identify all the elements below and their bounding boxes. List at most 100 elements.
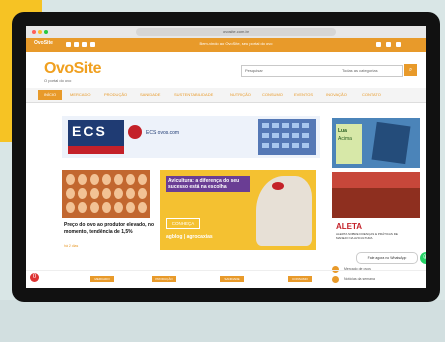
- linkedin-icon[interactable]: [90, 42, 95, 47]
- laptop-frame: ovosite.com.br OvoSite Bem-vindo ao OvoS…: [12, 12, 440, 302]
- small-logo: OvoSite: [34, 40, 53, 46]
- egg: [90, 174, 99, 185]
- chicken-image: [256, 176, 312, 246]
- link-icon: [332, 276, 339, 283]
- rss-icon[interactable]: [386, 42, 391, 47]
- whatsapp-icon: ✆: [423, 254, 426, 261]
- browser-toolbar: ovosite.com.br: [26, 26, 426, 38]
- category-tag[interactable]: MERCADO: [90, 276, 114, 282]
- window: [292, 133, 299, 138]
- search-button[interactable]: ⌕: [404, 64, 417, 76]
- window: [272, 133, 279, 138]
- promo-banner[interactable]: Avicultura: a diferença do seu sucesso e…: [160, 170, 316, 250]
- aleta-title: ALETA: [336, 222, 363, 231]
- desk-surface: [0, 300, 445, 342]
- badge-circle-icon: [128, 125, 142, 139]
- ecs-banner-ad[interactable]: ECS ECS ovos.com: [62, 116, 320, 158]
- search-icon: ⌕: [408, 67, 413, 73]
- search-placeholder: Pesquisar: [245, 68, 263, 73]
- site-logo[interactable]: OvoSite: [44, 60, 101, 78]
- building-image: [258, 119, 316, 155]
- eggs-tray-image[interactable]: [62, 170, 150, 218]
- maximize-window-button[interactable]: [44, 30, 48, 34]
- window: [292, 123, 299, 128]
- egg: [126, 202, 135, 213]
- aleta-subtitle: ALERTA SOBRE DOENÇAS E PRÁTICAS DE MANEJ…: [336, 232, 398, 240]
- address-bar[interactable]: ovosite.com.br: [136, 28, 336, 36]
- window: [262, 143, 269, 148]
- sidebar-ad-magazine[interactable]: Lua Acima: [332, 118, 420, 168]
- egg: [78, 202, 87, 213]
- egg: [102, 188, 111, 199]
- egg: [90, 188, 99, 199]
- egg: [66, 188, 75, 199]
- window: [282, 123, 289, 128]
- sidebar-ad-chickens[interactable]: [332, 172, 420, 218]
- egg: [126, 188, 135, 199]
- search-category-select[interactable]: Todas as categorias: [342, 68, 378, 73]
- top-orange-bar: OvoSite Bem-vindo ao OvoSite, seu portal…: [26, 38, 426, 52]
- egg: [138, 188, 147, 199]
- egg: [78, 174, 87, 185]
- nav-item-sustentabilidade[interactable]: SUSTENTABILIDADE: [174, 92, 213, 97]
- egg: [102, 174, 111, 185]
- category-tag[interactable]: PRODUÇÃO: [152, 276, 176, 282]
- nav-item-consumo[interactable]: CONSUMO: [262, 92, 283, 97]
- news-date: há 2 dias: [64, 244, 79, 248]
- egg: [138, 202, 147, 213]
- logo-tagline: O portal do ovo: [44, 78, 72, 83]
- magazine-image: [371, 121, 411, 165]
- ecs-logo: ECS: [68, 120, 124, 154]
- nav-item-producao[interactable]: PRODUÇÃO: [104, 92, 127, 97]
- promo-logos: agblog | agrocaxias: [166, 234, 213, 240]
- nav-item-sanidade[interactable]: SANIDADE: [140, 92, 160, 97]
- nav-item-mercado[interactable]: MERCADO: [70, 92, 90, 97]
- browser-screen: ovosite.com.br OvoSite Bem-vindo ao OvoS…: [26, 26, 426, 288]
- window: [302, 123, 309, 128]
- youtube-icon[interactable]: [82, 42, 87, 47]
- twitter-icon[interactable]: [376, 42, 381, 47]
- sidebar-link-2[interactable]: Notícias da semana: [344, 277, 375, 281]
- ad-line-2: Acima: [338, 136, 352, 142]
- ticker-text: Bem-vindo ao OvoSite, seu portal do ovo: [199, 41, 273, 46]
- ad-red-top: [332, 172, 420, 188]
- egg: [66, 174, 75, 185]
- egg: [138, 174, 147, 185]
- url-text: ovosite.com.br: [222, 29, 249, 34]
- egg: [114, 188, 123, 199]
- nav-item-eventos[interactable]: EVENTOS: [294, 92, 313, 97]
- egg: [114, 174, 123, 185]
- close-window-button[interactable]: [32, 30, 36, 34]
- facebook-icon[interactable]: [66, 42, 71, 47]
- search-input[interactable]: Pesquisar Todas as categorias: [241, 65, 403, 77]
- window: [282, 143, 289, 148]
- egg: [90, 202, 99, 213]
- user-icon[interactable]: [396, 42, 401, 47]
- minimize-window-button[interactable]: [38, 30, 42, 34]
- window: [262, 133, 269, 138]
- window: [272, 143, 279, 148]
- news-headline-link[interactable]: Preço do ovo ao produtor elevado, no mom…: [64, 222, 154, 235]
- whatsapp-bubble[interactable]: Fale agora no WhatsApp: [356, 252, 418, 264]
- banner-text: ECS ovos.com: [146, 130, 180, 136]
- category-tag[interactable]: SANIDADE: [220, 276, 244, 282]
- window: [282, 133, 289, 138]
- whatsapp-button[interactable]: ✆: [420, 252, 426, 264]
- egg: [66, 202, 75, 213]
- nav-item-inovacao[interactable]: INOVAÇÃO: [326, 92, 347, 97]
- notification-badge[interactable]: 0: [30, 273, 39, 282]
- egg: [78, 188, 87, 199]
- nav-item-contato[interactable]: CONTATO: [362, 92, 381, 97]
- divider: [26, 270, 426, 271]
- nav-item-home[interactable]: INÍCIO: [38, 90, 62, 100]
- promo-cta-button[interactable]: CONHEÇA: [166, 218, 200, 229]
- ecs-red-stripe: [68, 146, 124, 154]
- main-nav: INÍCIO MERCADO PRODUÇÃO SANIDADE SUSTENT…: [26, 88, 426, 103]
- category-tag[interactable]: CONSUMO: [288, 276, 312, 282]
- instagram-icon[interactable]: [74, 42, 79, 47]
- egg: [102, 202, 111, 213]
- egg: [126, 174, 135, 185]
- nav-item-nutricao[interactable]: NUTRIÇÃO: [230, 92, 251, 97]
- window: [272, 123, 279, 128]
- egg: [114, 202, 123, 213]
